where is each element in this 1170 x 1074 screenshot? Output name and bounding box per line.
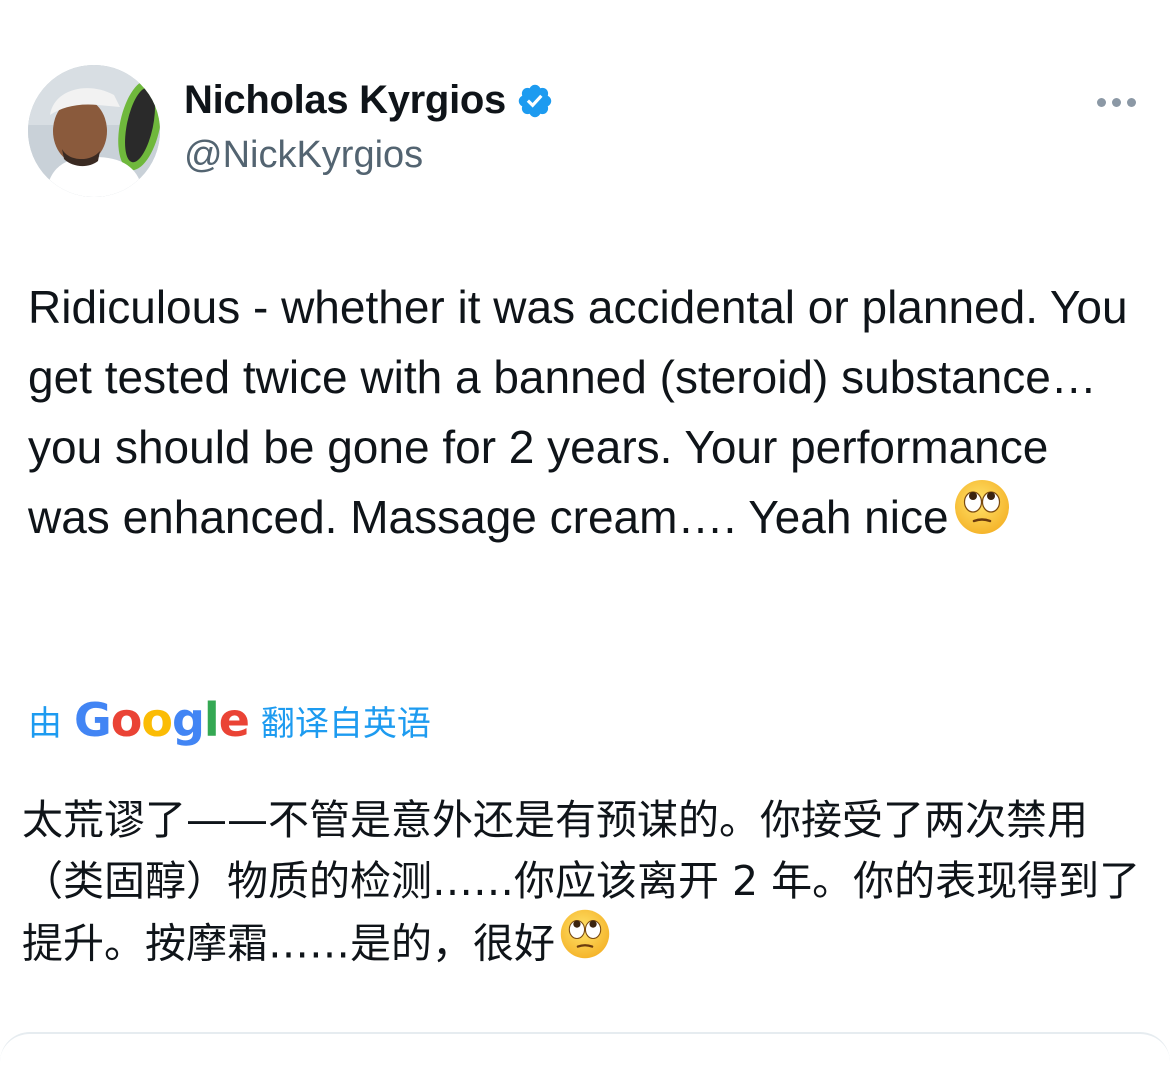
author-display-name[interactable]: Nicholas Kyrgios	[184, 78, 506, 123]
avatar-photo	[28, 65, 160, 197]
avatar[interactable]	[28, 65, 160, 197]
google-logo: Google	[74, 693, 250, 747]
translation-attribution[interactable]: 由 Google 翻译自英语	[28, 692, 431, 748]
author-name-row: Nicholas Kyrgios	[184, 78, 554, 123]
rolling-eyes-emoji-icon	[559, 908, 611, 977]
more-options-icon[interactable]	[1090, 82, 1142, 122]
translation-suffix: 翻译自英语	[260, 704, 431, 743]
verified-badge-icon[interactable]	[516, 82, 554, 120]
tweet-text: Ridiculous - whether it was accidental o…	[28, 272, 1138, 559]
author-handle[interactable]: @NickKyrgios	[184, 134, 423, 177]
rolling-eyes-emoji-icon	[953, 478, 1011, 555]
quoted-card-edge	[0, 1032, 1170, 1074]
translated-tweet-text: 太荒谬了——不管是意外还是有预谋的。你接受了两次禁用（类固醇）物质的检测……你应…	[22, 790, 1142, 981]
translation-prefix: 由	[28, 704, 62, 743]
